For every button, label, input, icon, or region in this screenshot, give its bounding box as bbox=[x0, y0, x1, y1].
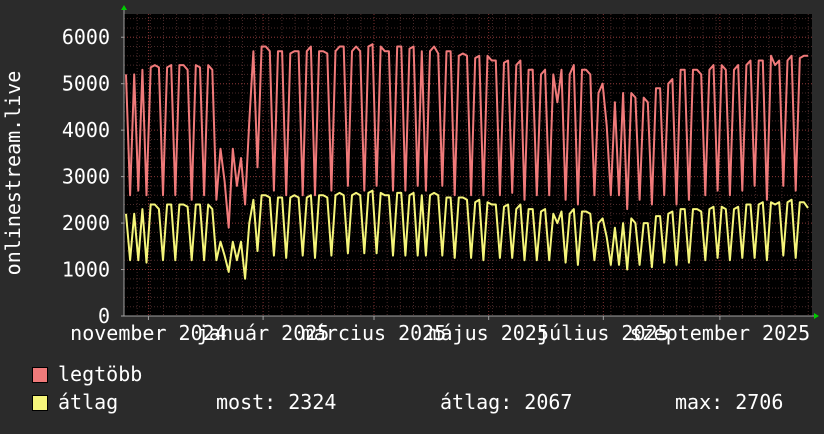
legend-swatch-max bbox=[32, 367, 48, 383]
x-tick-label: szeptember 2025 bbox=[630, 321, 811, 345]
x-tick-label: május 2025 bbox=[428, 321, 548, 345]
legend-swatch-avg bbox=[32, 395, 48, 411]
y-tick-label: 2000 bbox=[62, 211, 110, 235]
y-tick-label: 4000 bbox=[62, 118, 110, 142]
x-axis-arrow bbox=[814, 313, 819, 319]
stat-avg: átlag: 2067 bbox=[440, 390, 573, 414]
stat-now: most: 2324 bbox=[216, 390, 337, 414]
stat-max: max: 2706 bbox=[675, 390, 784, 414]
y-axis-arrow bbox=[121, 5, 127, 10]
x-tick-label: március 2025 bbox=[302, 321, 447, 345]
legend-label-max: legtöbb bbox=[58, 362, 143, 386]
y-tick-label: 1000 bbox=[62, 258, 110, 282]
y-tick-label: 6000 bbox=[62, 25, 110, 49]
y-axis-title: onlinestream.live bbox=[1, 71, 25, 276]
y-tick-label: 3000 bbox=[62, 165, 110, 189]
y-tick-label: 5000 bbox=[62, 72, 110, 96]
legend-label-avg: átlag bbox=[58, 390, 119, 414]
